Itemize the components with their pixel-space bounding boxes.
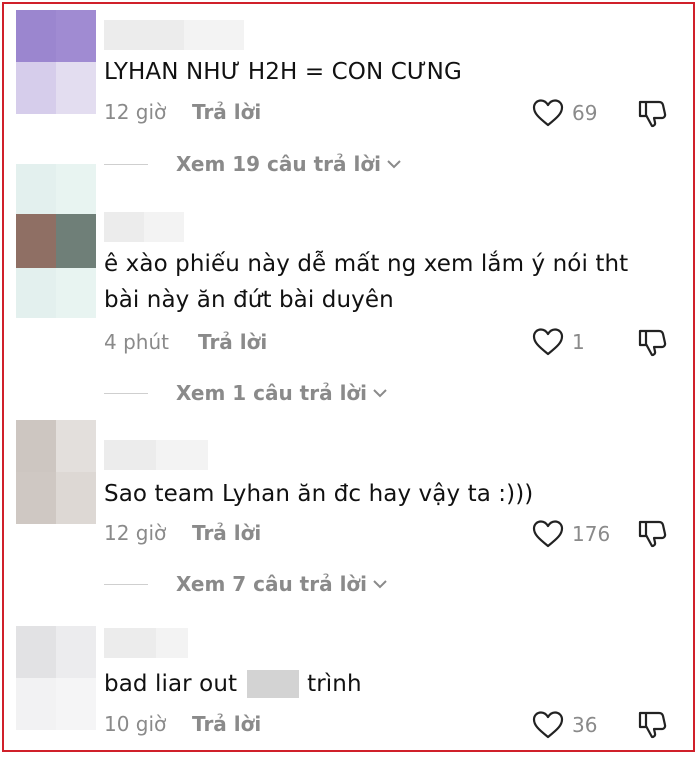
avatar[interactable]	[16, 10, 96, 114]
like-button[interactable]: 36	[532, 710, 597, 740]
avatar[interactable]	[16, 164, 96, 318]
dislike-button[interactable]	[636, 327, 668, 363]
view-replies-button[interactable]: Xem 19 câu trả lời	[104, 152, 403, 176]
view-replies-label: Xem 1 câu trả lời	[176, 381, 368, 405]
reply-button[interactable]: Trả lời	[198, 330, 267, 354]
dislike-icon	[638, 329, 667, 357]
heart-icon	[532, 328, 564, 356]
comment-text: bad liar out trình	[104, 666, 674, 702]
username-redacted[interactable]	[104, 440, 208, 470]
reply-button[interactable]: Trả lời	[192, 712, 261, 736]
like-count: 176	[572, 522, 611, 546]
comment-time: 12 giờ	[104, 100, 167, 124]
like-count: 69	[572, 101, 598, 125]
divider-line	[104, 583, 148, 585]
comment-meta: 4 phút Trả lời	[104, 330, 267, 354]
avatar[interactable]	[16, 420, 96, 524]
chevron-down-icon	[373, 389, 387, 398]
view-replies-button[interactable]: Xem 1 câu trả lời	[104, 381, 389, 405]
chevron-down-icon	[373, 580, 387, 589]
dislike-icon	[638, 520, 667, 548]
dislike-button[interactable]	[636, 518, 668, 554]
redacted-block	[247, 670, 300, 698]
comment-time: 10 giờ	[104, 712, 167, 736]
heart-icon	[532, 99, 564, 127]
like-button[interactable]: 69	[532, 98, 597, 128]
dislike-button[interactable]	[636, 709, 668, 745]
username-redacted[interactable]	[104, 628, 188, 658]
comment-time: 4 phút	[104, 330, 169, 354]
dislike-icon	[638, 100, 667, 128]
divider-line	[104, 392, 148, 394]
comment-meta: 12 giờ Trả lời	[104, 521, 261, 545]
like-count: 1	[572, 330, 585, 354]
like-button[interactable]: 1	[532, 327, 585, 357]
chevron-down-icon	[387, 160, 401, 169]
dislike-button[interactable]	[636, 98, 668, 134]
comment-text: Sao team Lyhan ăn đc hay vậy ta :)))	[104, 481, 534, 507]
comment-text: LYHAN NHƯ H2H = CON CƯNG	[104, 59, 462, 85]
comment-text: ê xào phiếu này dễ mất ng xem lắm ý nói …	[104, 251, 629, 313]
reply-button[interactable]: Trả lời	[192, 100, 261, 124]
comment-meta: 10 giờ Trả lời	[104, 712, 261, 736]
view-replies-label: Xem 19 câu trả lời	[176, 152, 381, 176]
comment-time: 12 giờ	[104, 521, 167, 545]
dislike-icon	[638, 711, 667, 739]
reply-button[interactable]: Trả lời	[192, 521, 261, 545]
like-button[interactable]: 176	[532, 519, 610, 549]
username-redacted[interactable]	[104, 20, 244, 50]
comment-meta: 12 giờ Trả lời	[104, 100, 261, 124]
avatar[interactable]	[16, 626, 96, 730]
view-replies-button[interactable]: Xem 7 câu trả lời	[104, 572, 389, 596]
divider-line	[104, 163, 148, 165]
heart-icon	[532, 711, 564, 739]
view-replies-label: Xem 7 câu trả lời	[176, 572, 368, 596]
comment-text-end: trình	[307, 671, 362, 697]
heart-icon	[532, 520, 564, 548]
like-count: 36	[572, 713, 598, 737]
comment-text-start: bad liar out	[104, 671, 238, 697]
username-redacted[interactable]	[104, 212, 184, 242]
